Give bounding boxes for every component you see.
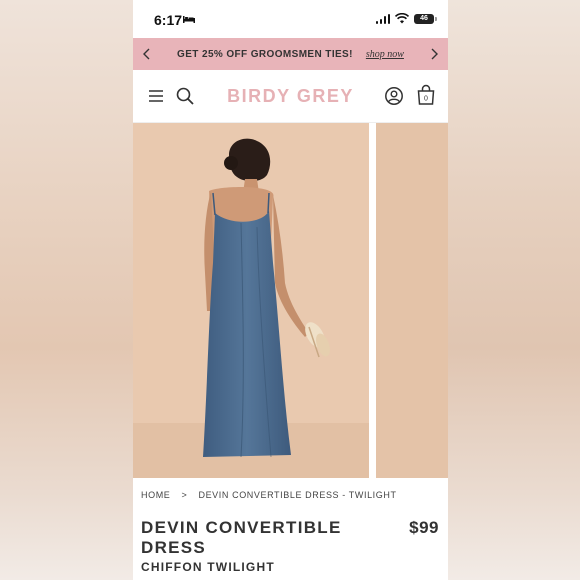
bed-icon xyxy=(183,16,195,23)
background-left xyxy=(0,0,133,580)
product-subtitle: CHIFFON TWILIGHT xyxy=(141,560,275,574)
status-bar: 6:17 46 xyxy=(133,0,448,38)
promo-text: GET 25% OFF GROOMSMEN TIES! xyxy=(177,48,353,60)
bag-icon[interactable]: 0 xyxy=(416,84,436,106)
breadcrumb-home[interactable]: HOME xyxy=(141,490,170,500)
site-header: BIRDY GREY 0 xyxy=(133,70,448,123)
promo-banner[interactable]: GET 25% OFF GROOMSMEN TIES! shop now xyxy=(133,38,448,70)
product-price: $99 xyxy=(409,518,439,537)
chevron-right-icon[interactable] xyxy=(427,47,441,61)
breadcrumb-current: DEVIN CONVERTIBLE DRESS - TWILIGHT xyxy=(198,490,397,500)
battery-icon: 46 xyxy=(414,13,437,24)
wifi-icon xyxy=(395,13,409,24)
shop-now-link[interactable]: shop now xyxy=(366,49,404,60)
account-icon[interactable] xyxy=(384,86,404,106)
product-gallery[interactable] xyxy=(133,123,448,478)
signal-icon xyxy=(375,13,390,24)
product-image[interactable] xyxy=(133,123,369,478)
breadcrumb: HOME > DEVIN CONVERTIBLE DRESS - TWILIGH… xyxy=(141,490,405,500)
cart-count: 0 xyxy=(424,96,428,103)
status-icons: 46 xyxy=(375,13,437,24)
breadcrumb-separator: > xyxy=(181,490,188,500)
chevron-left-icon[interactable] xyxy=(140,47,154,61)
dress-photo xyxy=(133,123,369,478)
product-title: DEVIN CONVERTIBLE DRESS xyxy=(141,518,342,557)
status-time: 6:17 xyxy=(154,12,183,28)
product-image-next[interactable] xyxy=(376,123,448,478)
background-right xyxy=(448,0,580,580)
